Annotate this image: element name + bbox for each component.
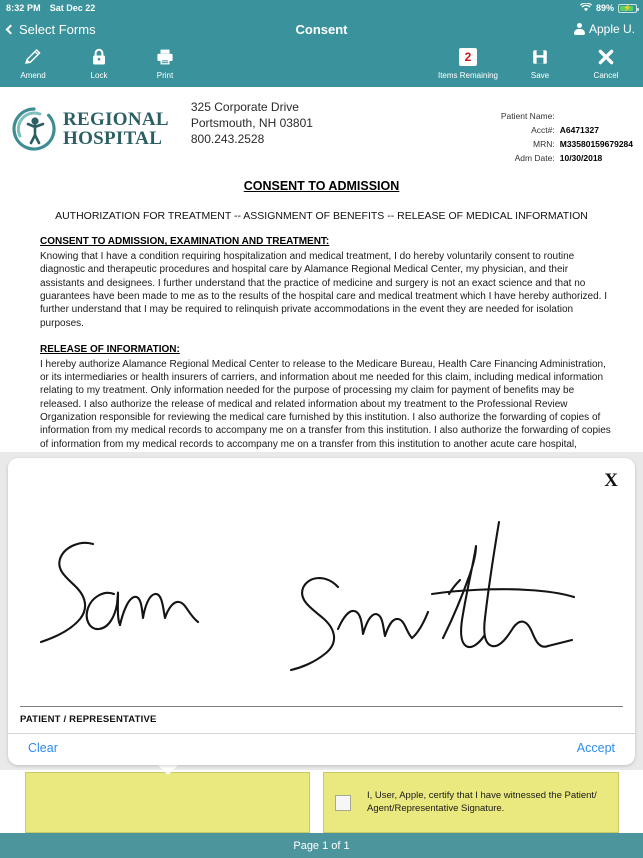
close-x-icon — [595, 45, 617, 69]
mrn-value: M33580159679284 — [559, 139, 633, 150]
signature-caption: PATIENT / REPRESENTATIVE — [20, 714, 157, 725]
section-2-heading: RELEASE OF INFORMATION: — [40, 343, 180, 355]
section-1-body: Knowing that I have a condition requirin… — [40, 251, 608, 329]
hospital-logo: REGIONAL HOSPITAL — [10, 93, 169, 165]
hospital-logo-text: REGIONAL HOSPITAL — [63, 110, 169, 148]
signature-drawing-canvas[interactable] — [8, 494, 635, 706]
patient-info-row: Patient Name: — [498, 109, 633, 123]
lock-label: Lock — [90, 71, 108, 80]
form-fields-row: I, User, Apple, certify that I have witn… — [0, 766, 643, 833]
status-date: Sat Dec 22 — [49, 3, 96, 13]
witness-attestation-field[interactable]: I, User, Apple, certify that I have witn… — [323, 772, 619, 833]
user-name-label: Apple U. — [588, 22, 635, 36]
page-indicator: Page 1 of 1 — [293, 839, 350, 852]
patient-info-row: Adm Date: 10/30/2018 — [498, 151, 633, 165]
popover-tail — [157, 764, 179, 775]
floppy-disk-icon — [529, 45, 551, 69]
logo-line-2: HOSPITAL — [63, 128, 163, 150]
printer-icon — [154, 45, 176, 69]
toolbar-left-group: Amend Lock Print — [0, 42, 198, 80]
acct-key: Acct#: — [531, 125, 555, 136]
app-root: 8:32 PM Sat Dec 22 89% ⚡ Select Forms Co… — [0, 0, 643, 858]
wifi-icon — [579, 1, 592, 14]
document-title: CONSENT TO ADMISSION — [243, 179, 400, 194]
address-line-1: 325 Corporate Drive — [190, 100, 299, 114]
acct-value: A6471327 — [559, 125, 599, 136]
cancel-button[interactable]: Cancel — [573, 42, 639, 80]
items-remaining-badge: 2 — [459, 45, 477, 69]
document-subtitle: AUTHORIZATION FOR TREATMENT -- ASSIGNMEN… — [55, 210, 588, 223]
witness-checkbox[interactable] — [335, 794, 351, 811]
form-toolbar: Amend Lock Print 2 Items Remaining Save … — [0, 42, 643, 87]
modal-divider — [8, 733, 635, 734]
amend-label: Amend — [20, 71, 46, 80]
address-line-3: 800.243.2528 — [190, 131, 265, 146]
back-button-label: Select Forms — [19, 21, 96, 37]
cancel-label: Cancel — [593, 71, 619, 80]
amend-button[interactable]: Amend — [0, 42, 66, 80]
accept-signature-button[interactable]: Accept — [577, 741, 615, 755]
adm-date-key: Adm Date: — [514, 153, 555, 164]
items-remaining-label: Items Remaining — [437, 71, 499, 80]
back-to-select-forms-button[interactable]: Select Forms — [5, 21, 96, 37]
section-1-heading: CONSENT TO ADMISSION, EXAMINATION AND TR… — [40, 236, 330, 248]
nav-bar: Select Forms Consent Apple U. — [0, 16, 643, 42]
battery-charging-icon: ⚡ — [618, 3, 639, 13]
person-icon — [573, 23, 585, 35]
print-label: Print — [156, 71, 174, 80]
signature-capture-modal: X PATIENT / REPRESENTATIVE Clear Accept — [8, 458, 635, 765]
close-icon[interactable]: X — [604, 470, 618, 492]
status-right-cluster: 89% ⚡ — [579, 1, 639, 14]
address-line-2: Portsmouth, NH 03801 — [190, 115, 313, 130]
hospital-circle-person-logo-icon — [10, 105, 58, 153]
lock-button[interactable]: Lock — [66, 42, 132, 80]
page-footer: Page 1 of 1 — [0, 833, 643, 858]
status-bar: 8:32 PM Sat Dec 22 89% ⚡ — [0, 0, 643, 16]
user-menu-button[interactable]: Apple U. — [573, 22, 635, 36]
clear-signature-button[interactable]: Clear — [28, 741, 58, 755]
items-remaining-button[interactable]: 2 Items Remaining — [429, 42, 507, 80]
patient-info-row: Acct#: A6471327 — [498, 123, 633, 137]
toolbar-right-group: 2 Items Remaining Save Cancel — [429, 42, 639, 80]
battery-percent: 89% — [595, 3, 614, 13]
patient-info-row: MRN: M33580159679284 — [498, 137, 633, 151]
mrn-key: MRN: — [533, 139, 555, 150]
logo-line-1: REGIONAL — [63, 109, 169, 131]
hospital-address: 325 Corporate Drive Portsmouth, NH 03801… — [191, 93, 313, 165]
save-label: Save — [530, 71, 550, 80]
signature-baseline — [20, 706, 623, 707]
patient-signature-field[interactable] — [25, 772, 310, 833]
lock-icon — [88, 45, 110, 69]
chevron-left-icon — [5, 24, 16, 34]
items-remaining-count: 2 — [459, 48, 477, 66]
patient-name-key: Patient Name: — [500, 111, 555, 121]
document-letterhead: REGIONAL HOSPITAL 325 Corporate Drive Po… — [0, 87, 643, 165]
print-button[interactable]: Print — [132, 42, 198, 80]
adm-date-value: 10/30/2018 — [559, 153, 603, 164]
page-title: Consent — [295, 21, 348, 37]
save-button[interactable]: Save — [507, 42, 573, 80]
witness-checkbox-label: I, User, Apple, certify that I have witn… — [367, 789, 597, 814]
status-time: 8:32 PM — [6, 3, 41, 13]
patient-info-block: Patient Name: Acct#: A6471327 MRN: M3358… — [498, 93, 633, 165]
pencil-icon — [22, 45, 44, 69]
